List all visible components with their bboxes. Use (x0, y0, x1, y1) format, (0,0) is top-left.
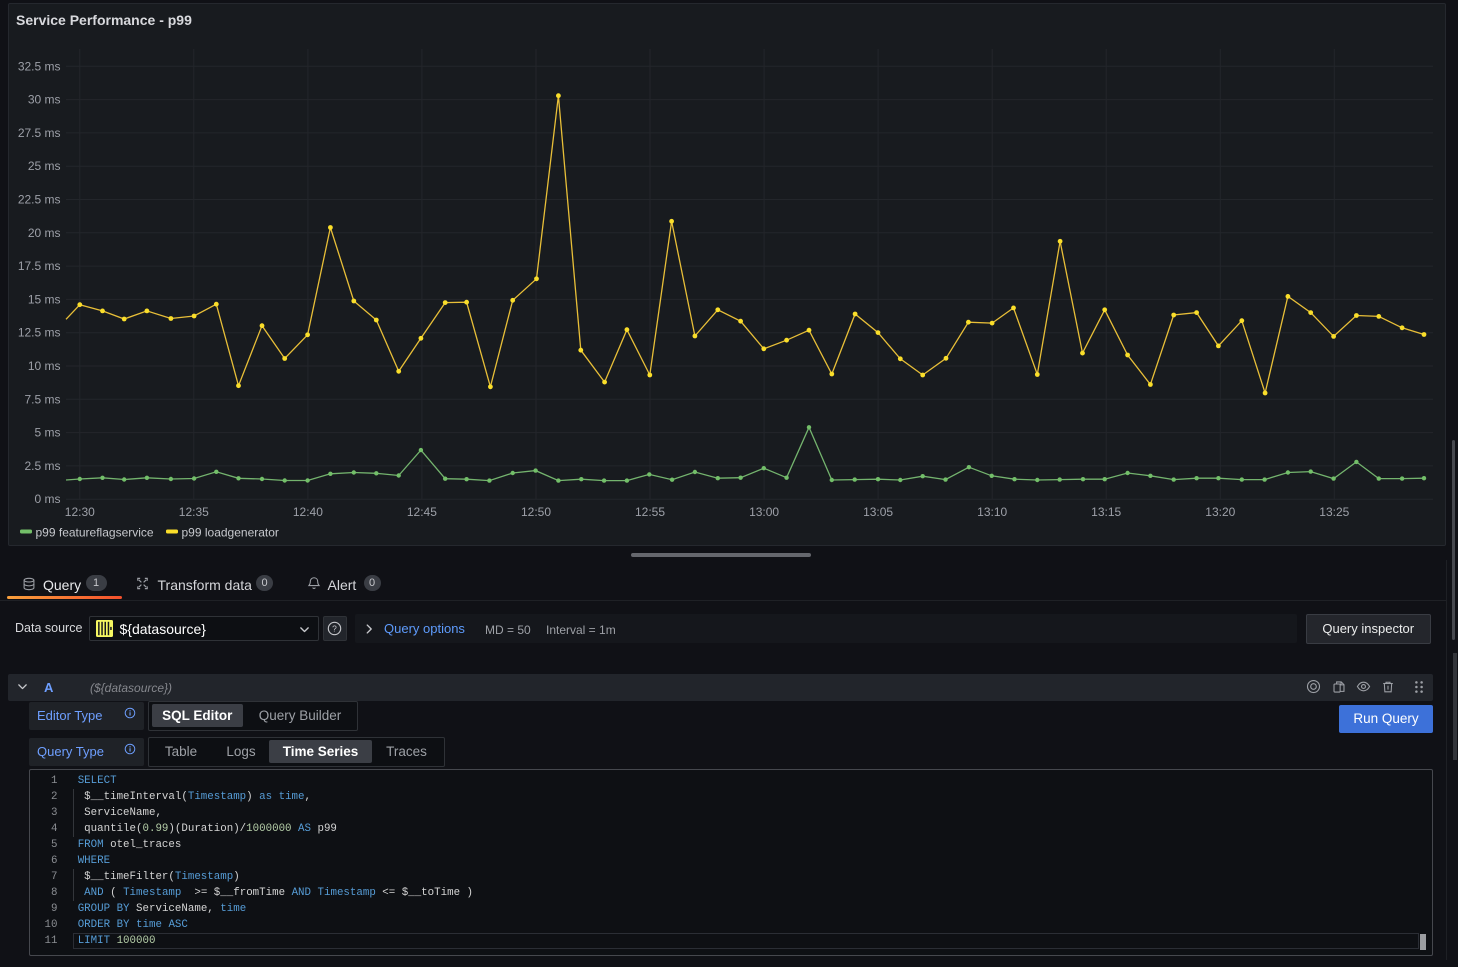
svg-text:30 ms: 30 ms (28, 93, 61, 107)
svg-text:p99 loadgenerator: p99 loadgenerator (182, 526, 279, 540)
svg-text:12:50: 12:50 (521, 505, 551, 519)
svg-text:p99 featureflagservice: p99 featureflagservice (36, 526, 154, 540)
svg-text:13:05: 13:05 (863, 505, 893, 519)
svg-text:17.5 ms: 17.5 ms (18, 259, 61, 273)
svg-text:13:15: 13:15 (1091, 505, 1121, 519)
svg-text:13:25: 13:25 (1319, 505, 1349, 519)
svg-text:5 ms: 5 ms (34, 426, 60, 440)
svg-text:25 ms: 25 ms (28, 159, 61, 173)
svg-text:2.5 ms: 2.5 ms (24, 459, 60, 473)
svg-text:12:30: 12:30 (65, 505, 95, 519)
svg-text:0 ms: 0 ms (34, 492, 60, 506)
svg-text:22.5 ms: 22.5 ms (18, 193, 61, 207)
svg-text:12:55: 12:55 (635, 505, 665, 519)
svg-text:32.5 ms: 32.5 ms (18, 59, 61, 73)
svg-text:13:20: 13:20 (1205, 505, 1235, 519)
svg-text:?: ? (332, 624, 337, 634)
svg-text:7.5 ms: 7.5 ms (24, 392, 60, 406)
svg-text:12:45: 12:45 (407, 505, 437, 519)
svg-text:12:40: 12:40 (293, 505, 323, 519)
svg-text:15 ms: 15 ms (28, 292, 61, 306)
svg-text:13:00: 13:00 (749, 505, 779, 519)
svg-text:27.5 ms: 27.5 ms (18, 126, 61, 140)
svg-text:20 ms: 20 ms (28, 226, 61, 240)
svg-text:12.5 ms: 12.5 ms (18, 326, 61, 340)
svg-text:12:35: 12:35 (179, 505, 209, 519)
svg-text:13:10: 13:10 (977, 505, 1007, 519)
svg-text:10 ms: 10 ms (28, 359, 61, 373)
